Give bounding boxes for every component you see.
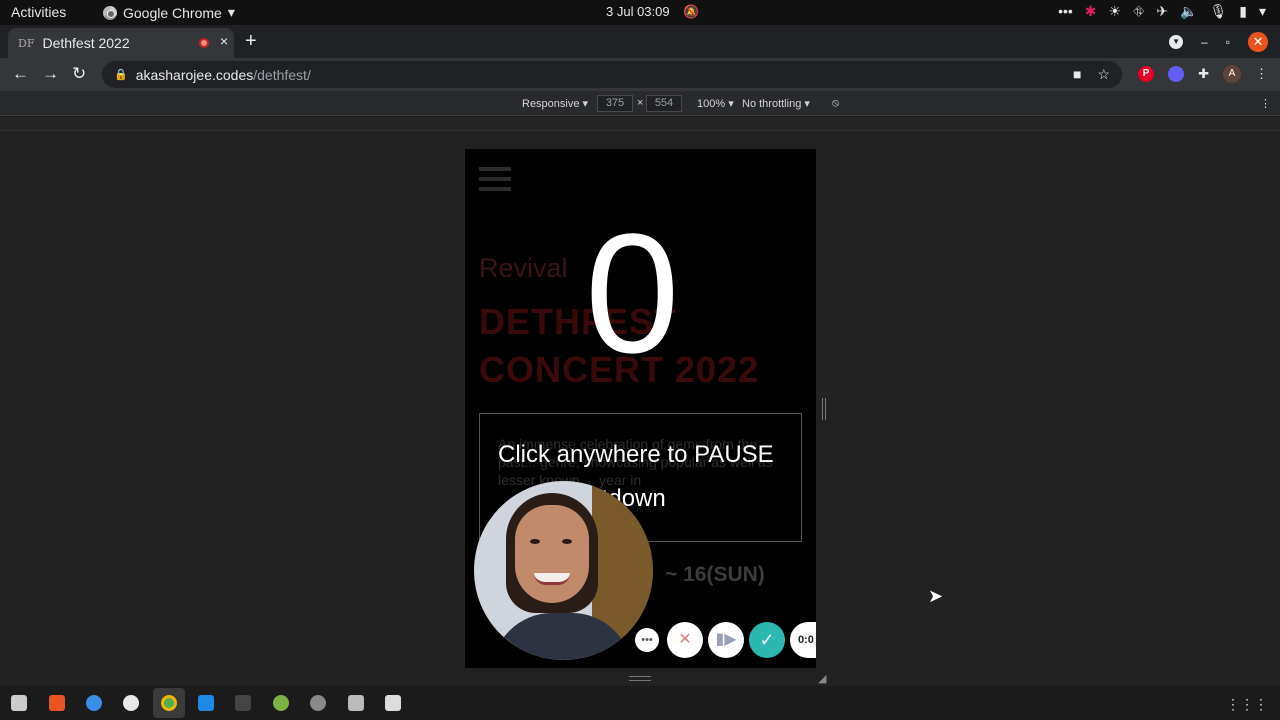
corner-resize-icon[interactable]: ◢ bbox=[818, 672, 826, 685]
help-icon[interactable] bbox=[86, 695, 102, 711]
loom-icon[interactable] bbox=[1168, 66, 1185, 82]
pinterest-icon[interactable]: P bbox=[1138, 66, 1155, 82]
pause-instruction[interactable]: Click anywhere to PAUSE bbox=[498, 441, 774, 469]
browser-toolbar: ← → ↻ 🔒 akasharojee.codes/dethfest/ ■ ☆ … bbox=[0, 58, 1280, 91]
app-name: Google Chrome bbox=[123, 4, 222, 21]
url-path: /dethfest/ bbox=[253, 66, 311, 83]
files-icon[interactable] bbox=[11, 695, 27, 711]
device-select[interactable]: Responsive ▾ bbox=[522, 97, 588, 110]
hamburger-menu-icon[interactable] bbox=[479, 167, 511, 197]
dots-icon[interactable]: ••• bbox=[1058, 3, 1073, 20]
recording-icon bbox=[199, 38, 209, 48]
slack-icon[interactable]: ✱ bbox=[1085, 3, 1097, 20]
device-height-input[interactable]: 554 bbox=[646, 95, 682, 112]
countdown-number: 0 bbox=[585, 199, 680, 389]
webcam-face bbox=[515, 505, 589, 603]
chrome-app-icon[interactable] bbox=[161, 695, 177, 711]
chrome-icon bbox=[103, 5, 117, 20]
slack-app-icon[interactable] bbox=[123, 695, 139, 711]
airplane-icon[interactable]: ✈ bbox=[1156, 3, 1168, 20]
dimension-separator: × bbox=[637, 97, 644, 109]
address-bar[interactable]: 🔒 akasharojee.codes/dethfest/ ■ ☆ bbox=[102, 61, 1122, 88]
mic-icon[interactable]: 🎙 bbox=[1209, 3, 1227, 20]
new-tab-button[interactable]: + bbox=[245, 30, 257, 53]
webcam-eye-right bbox=[562, 539, 572, 544]
webcam-bubble[interactable] bbox=[474, 481, 653, 660]
mouse-cursor-icon: ➤ bbox=[928, 586, 944, 606]
network-icon[interactable]: ⛗ bbox=[1133, 3, 1144, 20]
zoom-select[interactable]: 100% ▾ bbox=[697, 97, 734, 110]
terminal-icon[interactable] bbox=[235, 695, 251, 711]
throttling-select[interactable]: No throttling ▾ bbox=[742, 97, 810, 110]
revival-heading: Revival bbox=[479, 253, 568, 283]
more-options-button[interactable]: ••• bbox=[635, 628, 659, 652]
brightness-icon[interactable]: ☀ bbox=[1109, 3, 1122, 20]
volume-icon[interactable]: 🔈 bbox=[1180, 3, 1197, 20]
profile-avatar[interactable]: A bbox=[1223, 65, 1241, 83]
back-button[interactable]: ← bbox=[12, 64, 29, 84]
cancel-recording-button[interactable]: ✕ bbox=[667, 622, 703, 658]
show-apps-grid-icon[interactable]: ⋮⋮⋮ bbox=[1226, 696, 1268, 713]
forward-button[interactable]: → bbox=[42, 64, 59, 84]
restart-recording-button[interactable]: ▮▶ bbox=[708, 622, 744, 658]
notifications-off-icon: 🔕 bbox=[683, 4, 700, 19]
media-query-bar[interactable] bbox=[0, 117, 1280, 131]
tab-favicon: DF bbox=[18, 36, 35, 50]
extensions-area: P ✚ A ⋮ bbox=[1138, 65, 1268, 83]
horizontal-resize-handle[interactable] bbox=[629, 676, 651, 681]
system-top-bar: Activities Google Chrome ▾ 3 Jul 03:09 🔕… bbox=[0, 0, 1280, 25]
system-tray[interactable]: ••• ✱ ☀ ⛗ ✈ 🔈 🎙 ▮ ▾ bbox=[1058, 3, 1266, 20]
bookmark-star-icon[interactable]: ☆ bbox=[1097, 66, 1110, 83]
tab-title: Dethfest 2022 bbox=[42, 35, 130, 51]
device-width-input[interactable]: 375 bbox=[597, 95, 633, 112]
text-editor-icon[interactable] bbox=[385, 695, 401, 711]
camera-icon[interactable]: ■ bbox=[1073, 66, 1081, 83]
clock[interactable]: 3 Jul 03:09 bbox=[606, 4, 670, 19]
power-menu-icon[interactable]: ▾ bbox=[1259, 3, 1266, 20]
tab-strip: DF Dethfest 2022 × + ▼ – ▫ ✕ bbox=[0, 25, 1280, 58]
menu-kebab-icon[interactable]: ⋮ bbox=[1255, 66, 1268, 82]
window-controls: ▼ – ▫ ✕ bbox=[1169, 32, 1268, 52]
vertical-resize-handle[interactable] bbox=[822, 398, 826, 420]
leaf-app-icon[interactable] bbox=[273, 695, 289, 711]
close-window-button[interactable]: ✕ bbox=[1248, 32, 1268, 52]
omnibox-actions: ■ ☆ bbox=[1073, 66, 1110, 83]
event-date: ~ 16(SUN) bbox=[665, 563, 765, 586]
webcam-eye-left bbox=[530, 539, 540, 544]
battery-icon[interactable]: ▮ bbox=[1239, 3, 1247, 20]
url-host: akasharojee.codes bbox=[135, 66, 254, 83]
rotate-icon[interactable]: ⦸ bbox=[832, 97, 839, 110]
device-more-icon[interactable]: ⋮ bbox=[1260, 97, 1271, 110]
lock-icon[interactable]: 🔒 bbox=[114, 68, 128, 81]
vscode-icon[interactable] bbox=[198, 695, 214, 711]
taskbar: ⋮⋮⋮ bbox=[0, 686, 1280, 720]
tab-dethfest[interactable]: DF Dethfest 2022 × bbox=[8, 28, 234, 58]
activities-button[interactable]: Activities bbox=[11, 4, 66, 20]
reload-button[interactable]: ↻ bbox=[72, 64, 86, 84]
tab-search-icon[interactable]: ▼ bbox=[1169, 35, 1184, 49]
chevron-down-icon: ▾ bbox=[227, 4, 235, 20]
software-center-icon[interactable] bbox=[49, 695, 65, 711]
recorder-icon[interactable] bbox=[310, 695, 326, 711]
close-tab-icon[interactable]: × bbox=[220, 33, 228, 49]
image-viewer-icon[interactable] bbox=[348, 695, 364, 711]
maximize-button[interactable]: ▫ bbox=[1226, 35, 1230, 49]
finish-recording-button[interactable]: ✓ bbox=[749, 622, 785, 658]
minimize-button[interactable]: – bbox=[1201, 35, 1208, 49]
app-menu[interactable]: Google Chrome ▾ bbox=[103, 4, 235, 21]
extensions-puzzle-icon[interactable]: ✚ bbox=[1198, 66, 1209, 82]
device-toolbar: Responsive ▾ 375 × 554 100% ▾ No throttl… bbox=[0, 91, 1280, 116]
